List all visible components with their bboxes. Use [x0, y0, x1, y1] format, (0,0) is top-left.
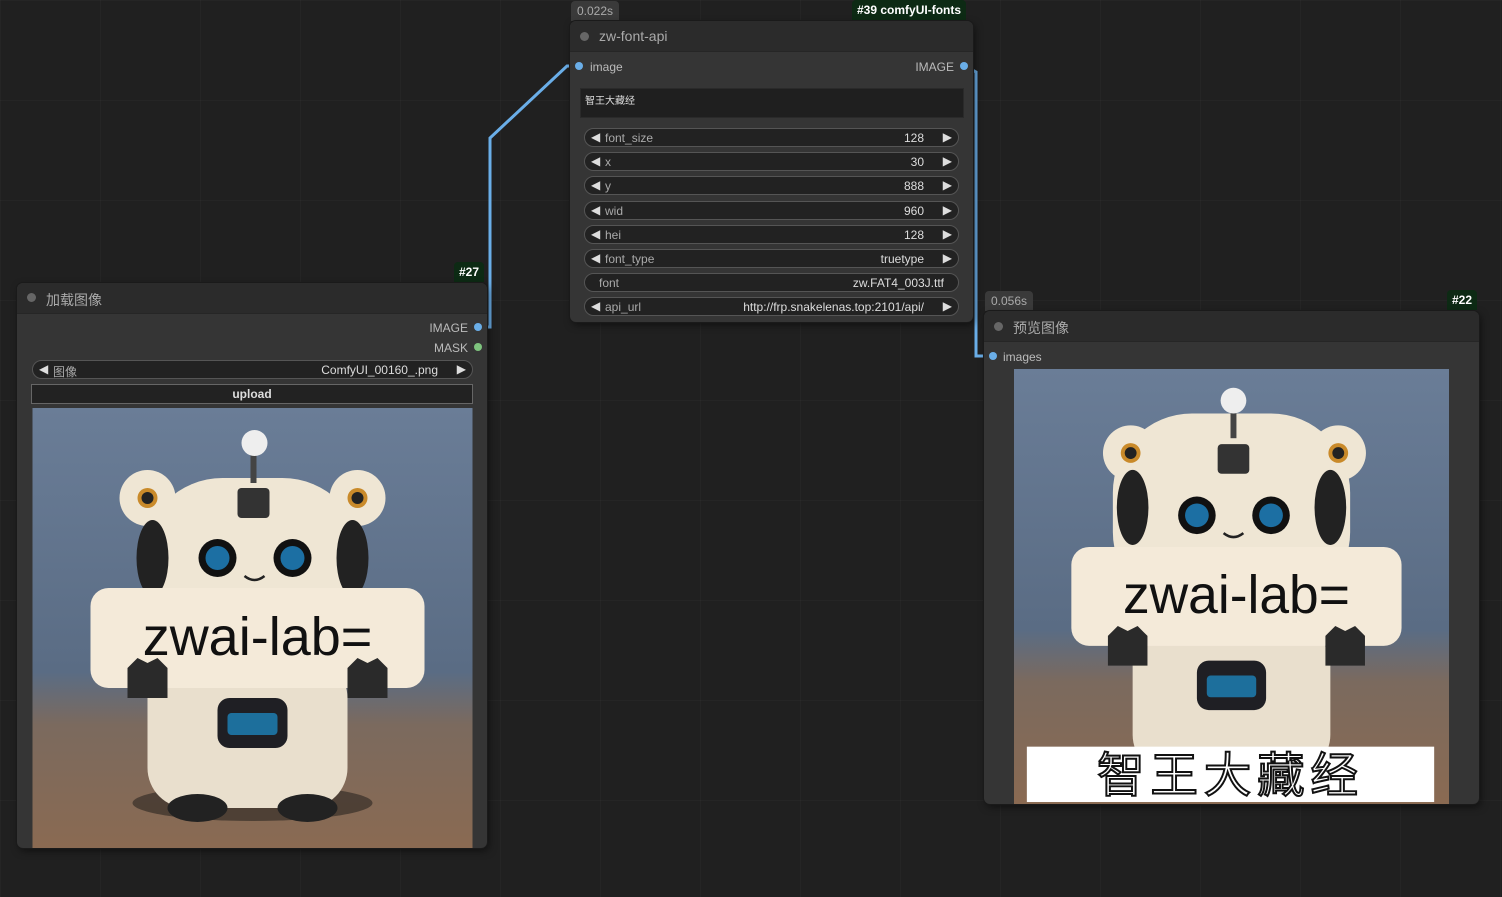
widget-value: 888: [903, 179, 924, 193]
widget-label: api_url: [605, 300, 642, 314]
output-mask-label: MASK: [433, 341, 468, 355]
load-image-node[interactable]: 加载图像 IMAGE MASK ◀ 图像 ComfyUI_00160_.png …: [17, 283, 487, 848]
node-id-badge: #27: [454, 262, 485, 282]
next-arrow-icon[interactable]: ▶: [457, 362, 466, 376]
preview-output-image: zwai-lab= 智王大藏经: [1013, 369, 1450, 804]
next-arrow-icon[interactable]: ▶: [943, 178, 952, 192]
input-images-slot[interactable]: [989, 352, 997, 360]
y-widget[interactable]: ◀ y 888 ▶: [584, 176, 959, 195]
prev-arrow-icon[interactable]: ◀: [591, 227, 600, 241]
widget-label: font_type: [605, 252, 655, 266]
loaded-image-preview: zwai-lab=: [32, 408, 473, 848]
font-type-widget[interactable]: ◀ font_type truetype ▶: [584, 249, 959, 268]
sign-text: zwai-lab=: [1123, 566, 1350, 625]
prev-arrow-icon[interactable]: ◀: [591, 251, 600, 265]
widget-label: x: [605, 155, 611, 169]
widget-label: font: [599, 276, 620, 290]
font-widget[interactable]: font zw.FAT4_003J.ttf: [584, 273, 959, 292]
api-url-widget[interactable]: ◀ api_url http://frp.snakelenas.top:2101…: [584, 297, 959, 316]
node-title: zw-font-api: [599, 28, 668, 44]
prev-arrow-icon[interactable]: ◀: [591, 178, 600, 192]
widget-label: 图像: [53, 365, 78, 379]
next-arrow-icon[interactable]: ▶: [943, 130, 952, 144]
widget-value: truetype: [880, 252, 924, 266]
preview-image-node[interactable]: 预览图像 images zwai-lab= 智王大藏经: [984, 311, 1479, 804]
prev-arrow-icon[interactable]: ◀: [39, 362, 48, 376]
collapse-dot-icon[interactable]: [580, 32, 589, 41]
execution-time: 0.022s: [571, 1, 620, 21]
widget-value: zw.FAT4_003J.ttf: [852, 276, 944, 290]
input-images-label: images: [1003, 350, 1042, 364]
node-id-badge: #39 comfyUI-fonts: [852, 0, 967, 20]
output-image-label: IMAGE: [429, 321, 468, 335]
output-image-label: IMAGE: [915, 60, 954, 74]
prev-arrow-icon[interactable]: ◀: [591, 154, 600, 168]
prev-arrow-icon[interactable]: ◀: [591, 299, 600, 313]
prev-arrow-icon[interactable]: ◀: [591, 130, 600, 144]
widget-label: font_size: [605, 131, 654, 145]
widget-label: hei: [605, 228, 622, 242]
next-arrow-icon[interactable]: ▶: [943, 203, 952, 217]
widget-value: 960: [903, 204, 924, 218]
hei-widget[interactable]: ◀ hei 128 ▶: [584, 225, 959, 244]
input-image-label: image: [590, 60, 623, 74]
prev-arrow-icon[interactable]: ◀: [591, 203, 600, 217]
execution-time: 0.056s: [985, 291, 1034, 311]
widget-value: 128: [903, 131, 924, 145]
widget-label: y: [605, 179, 611, 193]
node-title: 预览图像: [1013, 320, 1069, 336]
wid-widget[interactable]: ◀ wid 960 ▶: [584, 201, 959, 220]
next-arrow-icon[interactable]: ▶: [943, 251, 952, 265]
upload-button[interactable]: upload: [31, 384, 473, 404]
font-size-widget[interactable]: ◀ font_size 128 ▶: [584, 128, 959, 147]
input-image-slot[interactable]: [575, 62, 583, 70]
output-mask-slot[interactable]: [474, 343, 482, 351]
widget-value: 128: [903, 228, 924, 242]
collapse-dot-icon[interactable]: [994, 322, 1003, 331]
sign-text: zwai-lab=: [143, 607, 373, 667]
collapse-dot-icon[interactable]: [27, 293, 36, 302]
node-title-bar[interactable]: 加载图像: [17, 283, 487, 314]
node-title: 加载图像: [46, 292, 102, 308]
node-title-bar[interactable]: zw-font-api: [570, 21, 973, 52]
zw-font-api-node[interactable]: zw-font-api image IMAGE 智王大藏经 ◀ font_siz…: [570, 21, 973, 322]
output-image-slot[interactable]: [960, 62, 968, 70]
next-arrow-icon[interactable]: ▶: [943, 154, 952, 168]
overlay-text: 智王大藏经: [1097, 749, 1364, 804]
text-input[interactable]: 智王大藏经: [580, 88, 964, 118]
node-title-bar[interactable]: 预览图像: [984, 311, 1479, 342]
widget-value: http://frp.snakelenas.top:2101/api/: [743, 300, 924, 314]
widget-value: ComfyUI_00160_.png: [321, 363, 438, 377]
node-id-badge: #22: [1447, 290, 1478, 310]
widget-label: wid: [605, 204, 624, 218]
link-load-to-font: [479, 64, 579, 329]
next-arrow-icon[interactable]: ▶: [943, 299, 952, 313]
x-widget[interactable]: ◀ x 30 ▶: [584, 152, 959, 171]
next-arrow-icon[interactable]: ▶: [943, 227, 952, 241]
output-image-slot[interactable]: [474, 323, 482, 331]
image-select-widget[interactable]: ◀ 图像 ComfyUI_00160_.png ▶: [32, 360, 473, 379]
widget-value: 30: [910, 155, 924, 169]
